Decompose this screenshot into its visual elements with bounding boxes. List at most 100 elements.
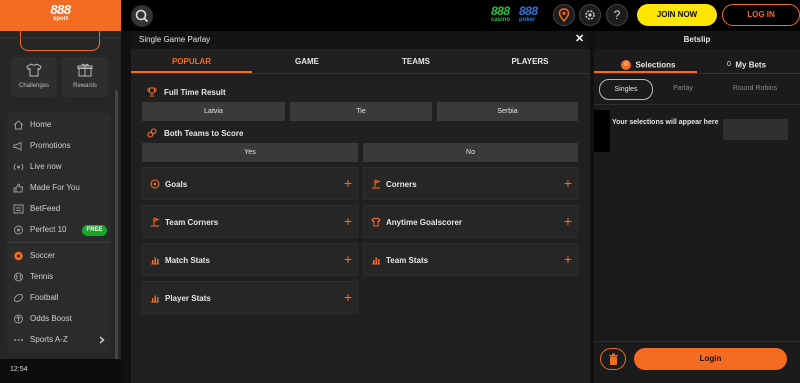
casino-link[interactable]: 888 casino: [491, 5, 515, 24]
trash-icon: [609, 353, 618, 365]
ball-icon: [150, 179, 160, 189]
sidebar-item-odds-boost[interactable]: Odds Boost: [7, 309, 111, 329]
market-label: Team Corners: [165, 218, 219, 227]
corner-flag-icon: [151, 217, 160, 227]
sidebar-item-home[interactable]: Home: [7, 115, 111, 135]
betslip-placeholder-box: [723, 119, 788, 140]
location-button[interactable]: [553, 4, 575, 26]
close-icon[interactable]: ✕: [575, 32, 584, 45]
selections-count: 0: [621, 59, 631, 70]
casino-logo-label: casino: [491, 17, 511, 23]
market-anytime-goalscorer[interactable]: Anytime Goalscorer +: [363, 205, 578, 238]
clock: 12:54: [10, 366, 28, 373]
join-now-button[interactable]: JOIN NOW: [637, 4, 717, 26]
market-goals[interactable]: Goals +: [142, 167, 358, 200]
tab-teams[interactable]: TEAMS: [362, 54, 470, 74]
market-label: Anytime Goalscorer: [386, 218, 463, 227]
sidebar-item-sports-a-z[interactable]: Sports A-Z: [7, 330, 111, 350]
sidebar-account-pill[interactable]: [20, 31, 100, 51]
login-header-button[interactable]: LOG IN: [722, 4, 800, 26]
mode-divider: [594, 104, 800, 105]
location-pin-icon: [558, 8, 570, 23]
sidebar-item-label: Made For You: [30, 183, 80, 192]
live-icon: [13, 163, 24, 171]
full-time-result-title: Full Time Result: [164, 88, 226, 97]
betslip-footer-divider: [594, 341, 800, 342]
settings-button[interactable]: [579, 4, 601, 26]
sidebar-item-label: Home: [30, 120, 52, 129]
chevron-right-icon: [99, 336, 105, 344]
mode-singles[interactable]: Singles: [599, 79, 653, 100]
gift-icon: [77, 63, 93, 77]
sidebar-item-promotions[interactable]: Promotions: [7, 136, 111, 156]
odds-button-tie[interactable]: Tie: [290, 102, 432, 121]
market-team-stats[interactable]: Team Stats +: [363, 243, 578, 276]
casino-logo-number: 888: [491, 4, 510, 18]
challenges-tile[interactable]: Challenges: [11, 57, 57, 97]
odds-button-yes[interactable]: Yes: [142, 143, 358, 162]
stats-icon: [151, 257, 159, 265]
betslip-login-button[interactable]: Login: [634, 348, 787, 370]
odds-button-serbia[interactable]: Serbia: [437, 102, 578, 121]
poker-logo-label: poker: [519, 17, 536, 23]
market-match-stats[interactable]: Match Stats +: [142, 243, 358, 276]
dots-icon: [14, 339, 23, 341]
my-bets-label: My Bets: [735, 60, 767, 70]
gear-icon: [585, 10, 595, 20]
mode-round-robins[interactable]: Round Robins: [716, 79, 794, 100]
boost-icon: [14, 314, 23, 324]
market-corners[interactable]: Corners +: [363, 167, 578, 200]
tab-game[interactable]: GAME: [252, 54, 362, 74]
mode-parlay[interactable]: Parlay: [655, 79, 711, 100]
tab-selections[interactable]: 0 Selections: [594, 51, 697, 73]
odds-button-latvia[interactable]: Latvia: [142, 102, 285, 121]
football-icon: [13, 293, 24, 303]
tab-players[interactable]: PLAYERS: [470, 54, 590, 74]
poker-link[interactable]: 888 poker: [519, 5, 543, 24]
rewards-label: Rewards: [73, 83, 97, 89]
shirt-icon: [371, 217, 381, 227]
sidebar-item-perfect-10[interactable]: Perfect 10 FREE: [7, 220, 111, 240]
plus-icon: +: [343, 213, 352, 229]
poker-logo-number: 888: [519, 4, 538, 18]
stats-icon: [372, 257, 380, 265]
plus-icon: +: [343, 289, 352, 305]
parlay-title: Single Game Parlay: [139, 35, 211, 44]
plus-icon: +: [343, 175, 352, 191]
sidebar-item-label: Sports A-Z: [30, 335, 68, 344]
feed-icon: [13, 204, 24, 214]
my-bets-count: 0: [727, 61, 731, 69]
sidebar-item-label: Tennis: [30, 272, 54, 281]
market-label: Player Stats: [165, 294, 211, 303]
betslip-title: Betslip: [683, 35, 711, 44]
free-badge: FREE: [82, 225, 107, 236]
clear-betslip-button[interactable]: [600, 348, 626, 370]
sidebar-item-label: BetFeed: [30, 204, 61, 213]
trophy-icon: [147, 87, 157, 97]
odds-button-no[interactable]: No: [363, 143, 578, 162]
sidebar-item-made-for-you[interactable]: Made For You: [7, 178, 111, 198]
sidebar-item-label: Football: [30, 293, 59, 302]
logo-subtitle: sport: [53, 16, 68, 22]
market-team-corners[interactable]: Team Corners +: [142, 205, 358, 238]
challenges-label: Challenges: [18, 83, 50, 89]
market-player-stats[interactable]: Player Stats +: [142, 281, 358, 314]
rewards-tile[interactable]: Rewards: [62, 57, 108, 97]
sidebar-item-label: Odds Boost: [30, 314, 72, 323]
sidebar-item-football[interactable]: Football: [7, 288, 111, 308]
search-button[interactable]: [131, 5, 153, 27]
market-label: Team Stats: [386, 256, 429, 265]
tab-my-bets[interactable]: 0 My Bets: [697, 51, 800, 73]
tab-divider: [131, 73, 590, 74]
sidebar-item-tennis[interactable]: Tennis: [7, 267, 111, 287]
plus-icon: +: [563, 175, 572, 191]
shirt-icon: [26, 63, 42, 77]
logo-text: 888: [50, 2, 71, 17]
sidebar-item-betfeed[interactable]: BetFeed: [7, 199, 111, 219]
sidebar-item-soccer[interactable]: Soccer: [7, 246, 111, 266]
tennis-ball-icon: [14, 272, 23, 282]
help-button[interactable]: ?: [606, 4, 628, 26]
sidebar-scrollbar[interactable]: [115, 90, 118, 375]
sidebar-item-label: Promotions: [30, 141, 71, 150]
sidebar-item-live-now[interactable]: Live now: [7, 157, 111, 177]
